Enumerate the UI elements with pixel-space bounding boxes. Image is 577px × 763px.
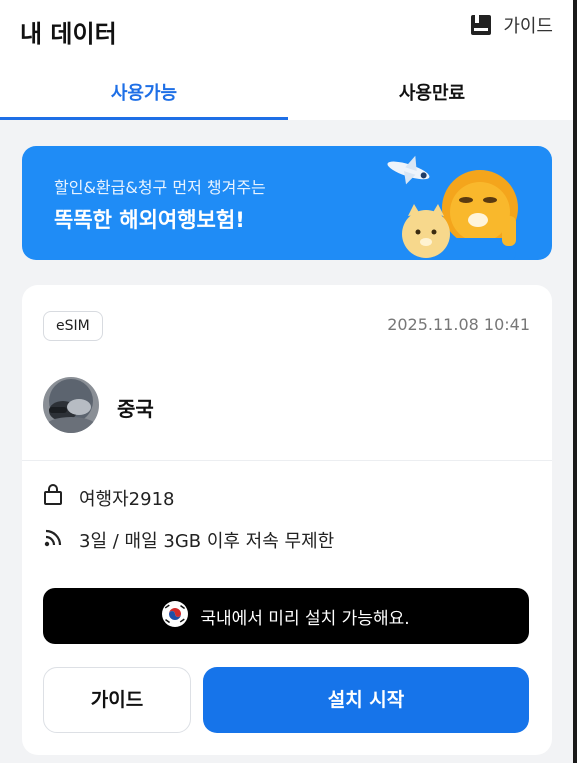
signal-icon (43, 528, 63, 553)
korea-flag-icon (162, 600, 189, 632)
country-image (43, 377, 99, 433)
tab-available[interactable]: 사용가능 (0, 74, 288, 120)
insurance-banner[interactable]: 할인&환급&청구 먼저 챙겨주는 똑똑한 해외여행보험! (22, 146, 552, 260)
character-illustration (387, 155, 518, 260)
country-name: 중국 (117, 397, 154, 421)
page-title: 내 데이터 (20, 20, 117, 48)
notice-text: 국내에서 미리 설치 가능해요. (200, 608, 410, 629)
tab-expired[interactable]: 사용만료 (288, 74, 576, 120)
plan-description: 3일 / 매일 3GB 이후 저속 무제한 (79, 531, 335, 552)
tab-bar: 사용가능 사용만료 (0, 74, 577, 120)
traveler-name: 여행자2918 (79, 488, 175, 510)
active-tab-indicator (0, 117, 288, 120)
guide-button[interactable]: 가이드 (43, 667, 191, 733)
book-icon (469, 13, 493, 37)
install-start-button[interactable]: 설치 시작 (203, 667, 529, 733)
guide-link-label: 가이드 (503, 16, 553, 37)
app-header: 내 데이터 가이드 사용가능 사용만료 (0, 0, 577, 120)
banner-subtitle: 할인&환급&청구 먼저 챙겨주는 (54, 178, 266, 197)
guide-link[interactable]: 가이드 (469, 12, 553, 38)
bag-icon (43, 484, 63, 511)
esim-badge: eSIM (43, 311, 103, 341)
esim-card: eSIM 2025.11.08 10:41 중국 여행자2918 3일 / 매일… (22, 285, 552, 755)
purchase-datetime: 2025.11.08 10:41 (387, 315, 530, 334)
banner-headline: 똑똑한 해외여행보험! (54, 208, 245, 232)
traveler-row: 여행자2918 (43, 484, 175, 511)
install-notice: 국내에서 미리 설치 가능해요. (43, 588, 529, 644)
plan-row: 3일 / 매일 3GB 이후 저속 무제한 (43, 527, 334, 553)
card-divider (22, 460, 552, 461)
screen-edge (573, 0, 577, 763)
